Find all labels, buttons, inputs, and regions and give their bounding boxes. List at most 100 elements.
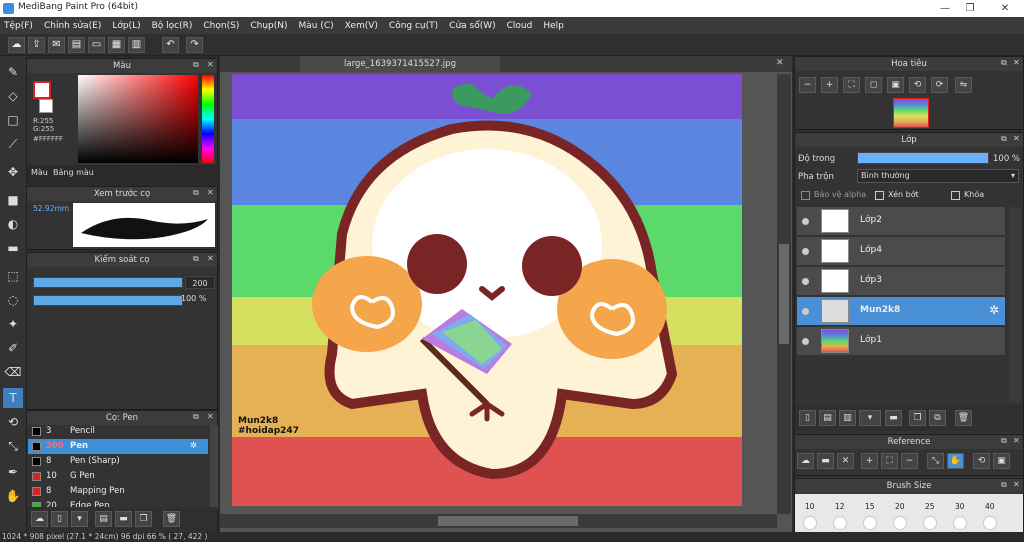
zoom-in-icon[interactable]: + — [821, 77, 838, 93]
size-dot[interactable] — [983, 516, 997, 530]
saturation-value-picker[interactable] — [78, 75, 198, 163]
folder-icon[interactable]: ▬ — [115, 511, 132, 527]
new-layer-1bit-icon[interactable]: ▥ — [839, 410, 856, 426]
size-dot[interactable] — [803, 516, 817, 530]
move-tool-icon[interactable]: ✥ — [3, 162, 23, 182]
protect-alpha-checkbox[interactable] — [801, 191, 810, 200]
eraser-tool-icon[interactable]: ◇ — [3, 86, 23, 106]
rotate-right-icon[interactable]: ⟳ — [931, 77, 948, 93]
popout-icon[interactable]: ⧉ — [1001, 480, 1007, 490]
size-30[interactable]: 30 — [955, 502, 965, 511]
panel-icon[interactable]: ▥ — [128, 37, 145, 53]
rectangle-tool-icon[interactable]: □ — [3, 110, 23, 130]
menu-view[interactable]: Xem(V) — [345, 21, 378, 31]
fullscreen-icon[interactable]: ▣ — [993, 453, 1010, 469]
horizontal-scroll-thumb[interactable] — [438, 516, 578, 526]
gear-icon[interactable]: ✲ — [989, 303, 999, 317]
close-ref-icon[interactable]: ✕ — [837, 453, 854, 469]
select-pen-icon[interactable]: ✐ — [3, 338, 23, 358]
undo-icon[interactable]: ↶ — [162, 37, 179, 53]
select-eraser-icon[interactable]: ⌫ — [3, 362, 23, 382]
open-ref-icon[interactable]: ▬ — [817, 453, 834, 469]
size-10[interactable]: 10 — [805, 502, 815, 511]
eyedropper-icon[interactable]: ⤡ — [927, 453, 944, 469]
redo-icon[interactable]: ↷ — [186, 37, 203, 53]
fit-icon[interactable]: ⛶ — [843, 77, 860, 93]
duplicate-icon[interactable]: ❐ — [135, 511, 152, 527]
brush-size-value[interactable]: 200 — [185, 276, 215, 289]
size-dot[interactable] — [923, 516, 937, 530]
close-icon[interactable]: ✕ — [1013, 58, 1020, 67]
brush-item-pen-sharp[interactable]: 8 Pen (Sharp) — [28, 454, 208, 469]
actual-size-icon[interactable]: ◻ — [865, 77, 882, 93]
popout-icon[interactable]: ⧉ — [193, 60, 199, 70]
popout-icon[interactable]: ⧉ — [1001, 436, 1007, 446]
close-icon[interactable]: ✕ — [207, 254, 214, 263]
add-brush-icon[interactable]: ▾ — [71, 511, 88, 527]
background-color-swatch[interactable] — [39, 99, 53, 113]
text-tool-icon[interactable]: T — [3, 388, 23, 408]
menu-tools[interactable]: Công cụ(T) — [389, 21, 438, 31]
new-brush-icon[interactable]: ▯ — [51, 511, 68, 527]
popout-icon[interactable]: ⧉ — [193, 188, 199, 198]
hue-slider[interactable] — [202, 75, 214, 163]
vertical-scrollbar[interactable] — [777, 74, 791, 514]
brush-item-pen-selected[interactable]: 200 Pen ✲ — [28, 439, 208, 454]
menu-snap[interactable]: Chụp(N) — [250, 21, 287, 31]
brush-opacity-slider[interactable] — [33, 295, 183, 306]
menu-edit[interactable]: Chỉnh sửa(E) — [44, 21, 101, 31]
layer-item[interactable]: Lớp2 — [797, 207, 1005, 236]
layer-item[interactable]: Lớp1 — [797, 327, 1005, 356]
fill-screen-icon[interactable]: ▣ — [887, 77, 904, 93]
eyedropper-icon[interactable]: ⤡ — [3, 436, 23, 456]
size-15[interactable]: 15 — [865, 502, 875, 511]
layer-list-scrollbar[interactable] — [1009, 207, 1021, 403]
visibility-icon[interactable] — [802, 248, 809, 255]
brush-tool-icon[interactable]: ✎ — [3, 62, 23, 82]
copy-brush-icon[interactable]: ▤ — [95, 511, 112, 527]
menu-filter[interactable]: Bộ lọc(R) — [152, 21, 193, 31]
operation-tool-icon[interactable]: ⟲ — [3, 412, 23, 432]
brush-size-slider[interactable] — [33, 277, 183, 288]
visibility-icon[interactable] — [802, 218, 809, 225]
upload-icon[interactable]: ⇪ — [28, 37, 45, 53]
trash-icon[interactable]: 🗑 — [163, 511, 180, 527]
menu-help[interactable]: Help — [543, 21, 564, 31]
line-tool-icon[interactable]: ⟋ — [3, 134, 23, 154]
folder-icon[interactable]: ▬ — [885, 410, 902, 426]
size-dot[interactable] — [893, 516, 907, 530]
fit-icon[interactable]: ⛶ — [881, 453, 898, 469]
gradient-tool-icon[interactable]: ▬ — [3, 238, 23, 258]
popout-icon[interactable]: ⧉ — [1001, 134, 1007, 144]
layer-item[interactable]: Lớp3 — [797, 267, 1005, 296]
flip-icon[interactable]: ⇋ — [955, 77, 972, 93]
zoom-in-icon[interactable]: + — [861, 453, 878, 469]
hand-tool-icon[interactable]: ✋ — [3, 486, 23, 506]
gear-icon[interactable]: ✲ — [190, 439, 197, 454]
brush-list-scrollbar[interactable] — [210, 425, 218, 509]
layer-opacity-slider[interactable] — [857, 152, 989, 164]
add-layer-menu-icon[interactable]: ▾ — [859, 410, 881, 426]
layer-item[interactable]: Lớp4 — [797, 237, 1005, 266]
rotate-icon[interactable]: ⟲ — [973, 453, 990, 469]
layer-item-selected[interactable]: Mun2k8 ✲ — [797, 297, 1005, 326]
new-layer-8bit-icon[interactable]: ▤ — [819, 410, 836, 426]
lock-checkbox[interactable] — [951, 191, 960, 200]
chat-icon[interactable]: ✉ — [48, 37, 65, 53]
bucket-tool-icon[interactable]: ◐ — [3, 214, 23, 234]
size-dot[interactable] — [863, 516, 877, 530]
size-dot[interactable] — [953, 516, 967, 530]
rotate-left-icon[interactable]: ⟲ — [909, 77, 926, 93]
horizontal-scrollbar[interactable] — [220, 514, 777, 528]
trash-icon[interactable]: 🗑 — [955, 410, 972, 426]
zoom-out-icon[interactable]: − — [901, 453, 918, 469]
cloud-icon[interactable]: ☁ — [8, 37, 25, 53]
magic-wand-icon[interactable]: ✦ — [3, 314, 23, 334]
document-icon[interactable]: ▭ — [88, 37, 105, 53]
tab-color[interactable]: Màu — [31, 168, 48, 177]
navigator-thumbnail[interactable] — [893, 98, 929, 128]
duplicate-layer-icon[interactable]: ❐ — [909, 410, 926, 426]
close-button[interactable]: ✕ — [990, 0, 1020, 17]
menu-file[interactable]: Tệp(F) — [4, 21, 33, 31]
visibility-icon[interactable] — [802, 278, 809, 285]
